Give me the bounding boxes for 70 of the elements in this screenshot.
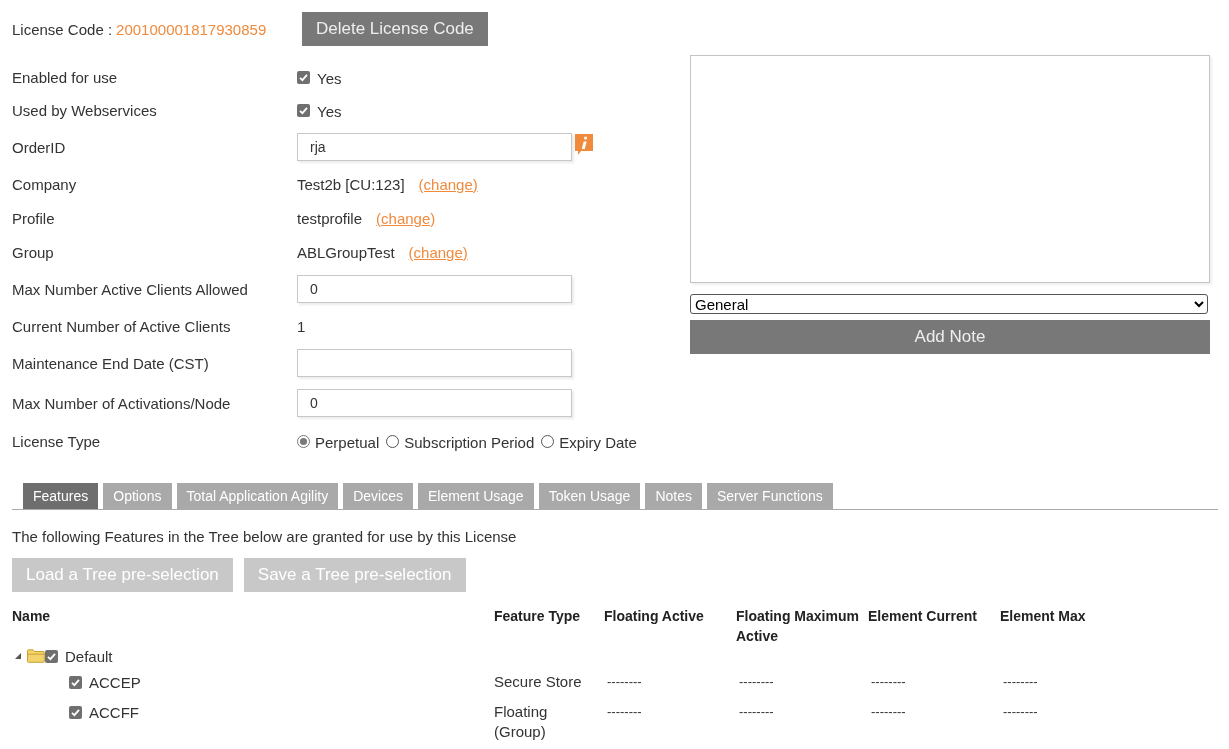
field-value: testprofile bbox=[297, 209, 363, 227]
field-label: Maintenance End Date (CST) bbox=[12, 354, 210, 372]
checkbox[interactable] bbox=[69, 675, 82, 689]
license-code: 200100001817930859 bbox=[116, 20, 267, 38]
license-code-label: License Code : bbox=[12, 20, 113, 38]
checkbox[interactable] bbox=[45, 649, 58, 663]
table-cell-text: -------- bbox=[1002, 673, 1039, 691]
change-link[interactable]: (change) bbox=[408, 243, 468, 261]
column-header: Feature Type bbox=[494, 607, 582, 626]
table-cell-text: -------- bbox=[1002, 703, 1039, 721]
radio-label: Expiry Date bbox=[559, 433, 637, 451]
checkbox[interactable] bbox=[69, 705, 82, 719]
input-field[interactable]: rja bbox=[297, 133, 572, 161]
checkbox-label: Yes bbox=[317, 70, 342, 87]
tab[interactable]: Total Application Agility bbox=[176, 483, 339, 509]
input-field[interactable] bbox=[297, 349, 572, 377]
radio-label: Perpetual bbox=[315, 433, 380, 451]
input-field[interactable]: 0 bbox=[297, 275, 572, 303]
checkbox[interactable] bbox=[297, 71, 310, 84]
field-label: Max Number of Activations/Node bbox=[12, 394, 232, 412]
field-label: Current Number of Active Clients bbox=[12, 317, 232, 335]
intro-text: The following Features in the Tree below are granted for use by this License bbox=[12, 527, 518, 547]
tab[interactable]: Options bbox=[103, 483, 172, 509]
field-label: Enabled for use bbox=[12, 69, 119, 86]
field-value: 1 bbox=[297, 317, 306, 335]
tab[interactable]: Element Usage bbox=[417, 483, 534, 509]
field-label: Profile bbox=[12, 209, 56, 227]
field-label: License Type bbox=[12, 432, 102, 450]
change-link[interactable]: (change) bbox=[376, 209, 436, 227]
field-label: OrderID bbox=[12, 138, 67, 156]
tab[interactable]: Notes bbox=[645, 483, 702, 509]
radio-button[interactable] bbox=[297, 434, 310, 448]
expanded-triangle-icon[interactable] bbox=[14, 652, 22, 660]
table-cell-text: -------- bbox=[738, 673, 775, 691]
field-label: Group bbox=[12, 243, 55, 261]
note-category-select[interactable]: General bbox=[690, 294, 1208, 314]
table-cell-text: -------- bbox=[870, 673, 907, 691]
feature-name: ACCFF bbox=[89, 703, 139, 721]
change-link[interactable]: (change) bbox=[418, 175, 478, 193]
table-cell-text: -------- bbox=[870, 703, 907, 721]
radio-button[interactable] bbox=[386, 434, 400, 448]
column-header: Floating Maximum Active bbox=[736, 607, 860, 646]
column-header: Floating Active bbox=[604, 607, 705, 626]
field-value: ABLGroupTest bbox=[297, 243, 395, 261]
radio-button[interactable] bbox=[541, 434, 555, 448]
field-label: Max Number Active Clients Allowed bbox=[12, 280, 249, 298]
checkbox-label: Yes bbox=[317, 103, 342, 120]
field-label: Company bbox=[12, 175, 78, 193]
tab[interactable]: Features bbox=[23, 483, 99, 509]
field-value: Test2b [CU:123] bbox=[297, 175, 405, 193]
feature-type-cell-text: Floating (Group) bbox=[494, 702, 549, 742]
delete-license-button[interactable]: Delete License Code bbox=[302, 12, 488, 46]
feature-name: ACCEP bbox=[89, 673, 141, 691]
column-header: Name bbox=[12, 607, 52, 626]
tab[interactable]: Token Usage bbox=[538, 483, 641, 509]
feature-name: Default bbox=[65, 647, 113, 665]
tab[interactable]: Devices bbox=[343, 483, 413, 509]
table-cell-text: -------- bbox=[606, 673, 643, 691]
column-header: Element Current bbox=[868, 607, 978, 626]
table-cell-text: -------- bbox=[606, 703, 643, 721]
input-field[interactable]: 0 bbox=[297, 389, 572, 417]
field-label: Used by Webservices bbox=[12, 102, 158, 119]
tab[interactable]: Server Functions bbox=[706, 483, 833, 509]
column-header: Element Max bbox=[1000, 607, 1087, 626]
radio-label: Subscription Period bbox=[404, 433, 535, 451]
checkbox[interactable] bbox=[297, 104, 310, 117]
folder-icon bbox=[27, 649, 45, 663]
feature-type-cell-text: Secure Store bbox=[494, 672, 583, 692]
table-cell-text: -------- bbox=[738, 703, 775, 721]
add-note-button[interactable]: Add Note bbox=[690, 320, 1210, 354]
